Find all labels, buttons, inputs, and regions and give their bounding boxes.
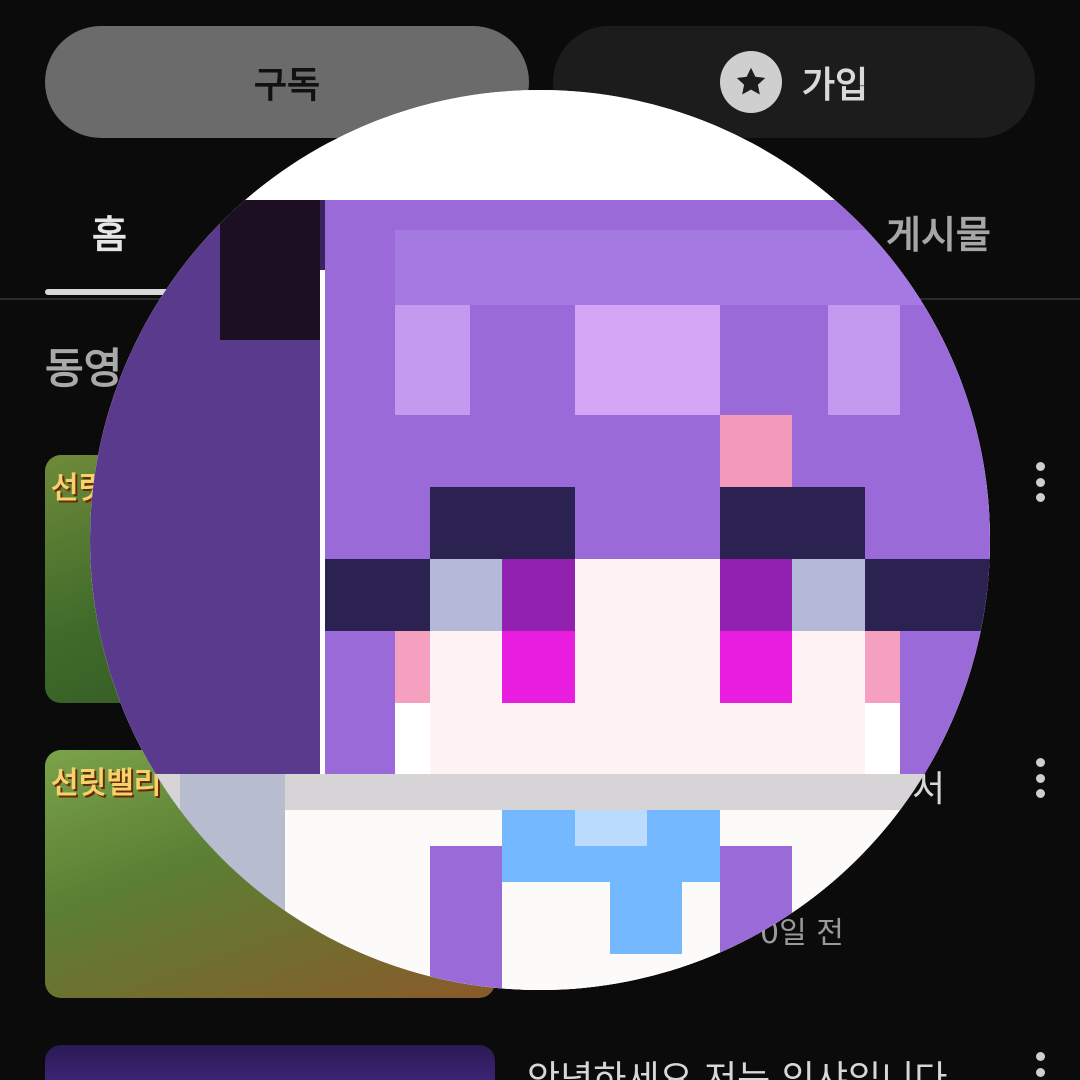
section-title: 동영: [45, 344, 123, 393]
avatar-pixel-art: [90, 90, 990, 990]
subscribe-label: 구독: [253, 65, 321, 106]
channel-page: 구독 가입 홈 게시물 동영 선릿 선릿밸리 서 0일 전 안녕하세요 저는 익…: [0, 0, 1080, 1080]
more-vertical-icon[interactable]: [1030, 1052, 1050, 1080]
channel-avatar: [90, 90, 990, 990]
more-vertical-icon[interactable]: [1030, 758, 1050, 798]
tab-home[interactable]: 홈: [92, 204, 127, 259]
join-label: 가입: [801, 65, 869, 106]
more-vertical-icon[interactable]: [1030, 462, 1050, 502]
video-thumbnail[interactable]: [45, 1045, 495, 1080]
video-title[interactable]: 안녕하세요 저는 익샤입니다: [527, 1050, 947, 1080]
tab-indicator: [45, 289, 175, 295]
thumbnail-text: 선릿밸리: [51, 766, 162, 801]
tab-posts[interactable]: 게시물: [886, 204, 991, 259]
star-icon: [719, 51, 782, 113]
